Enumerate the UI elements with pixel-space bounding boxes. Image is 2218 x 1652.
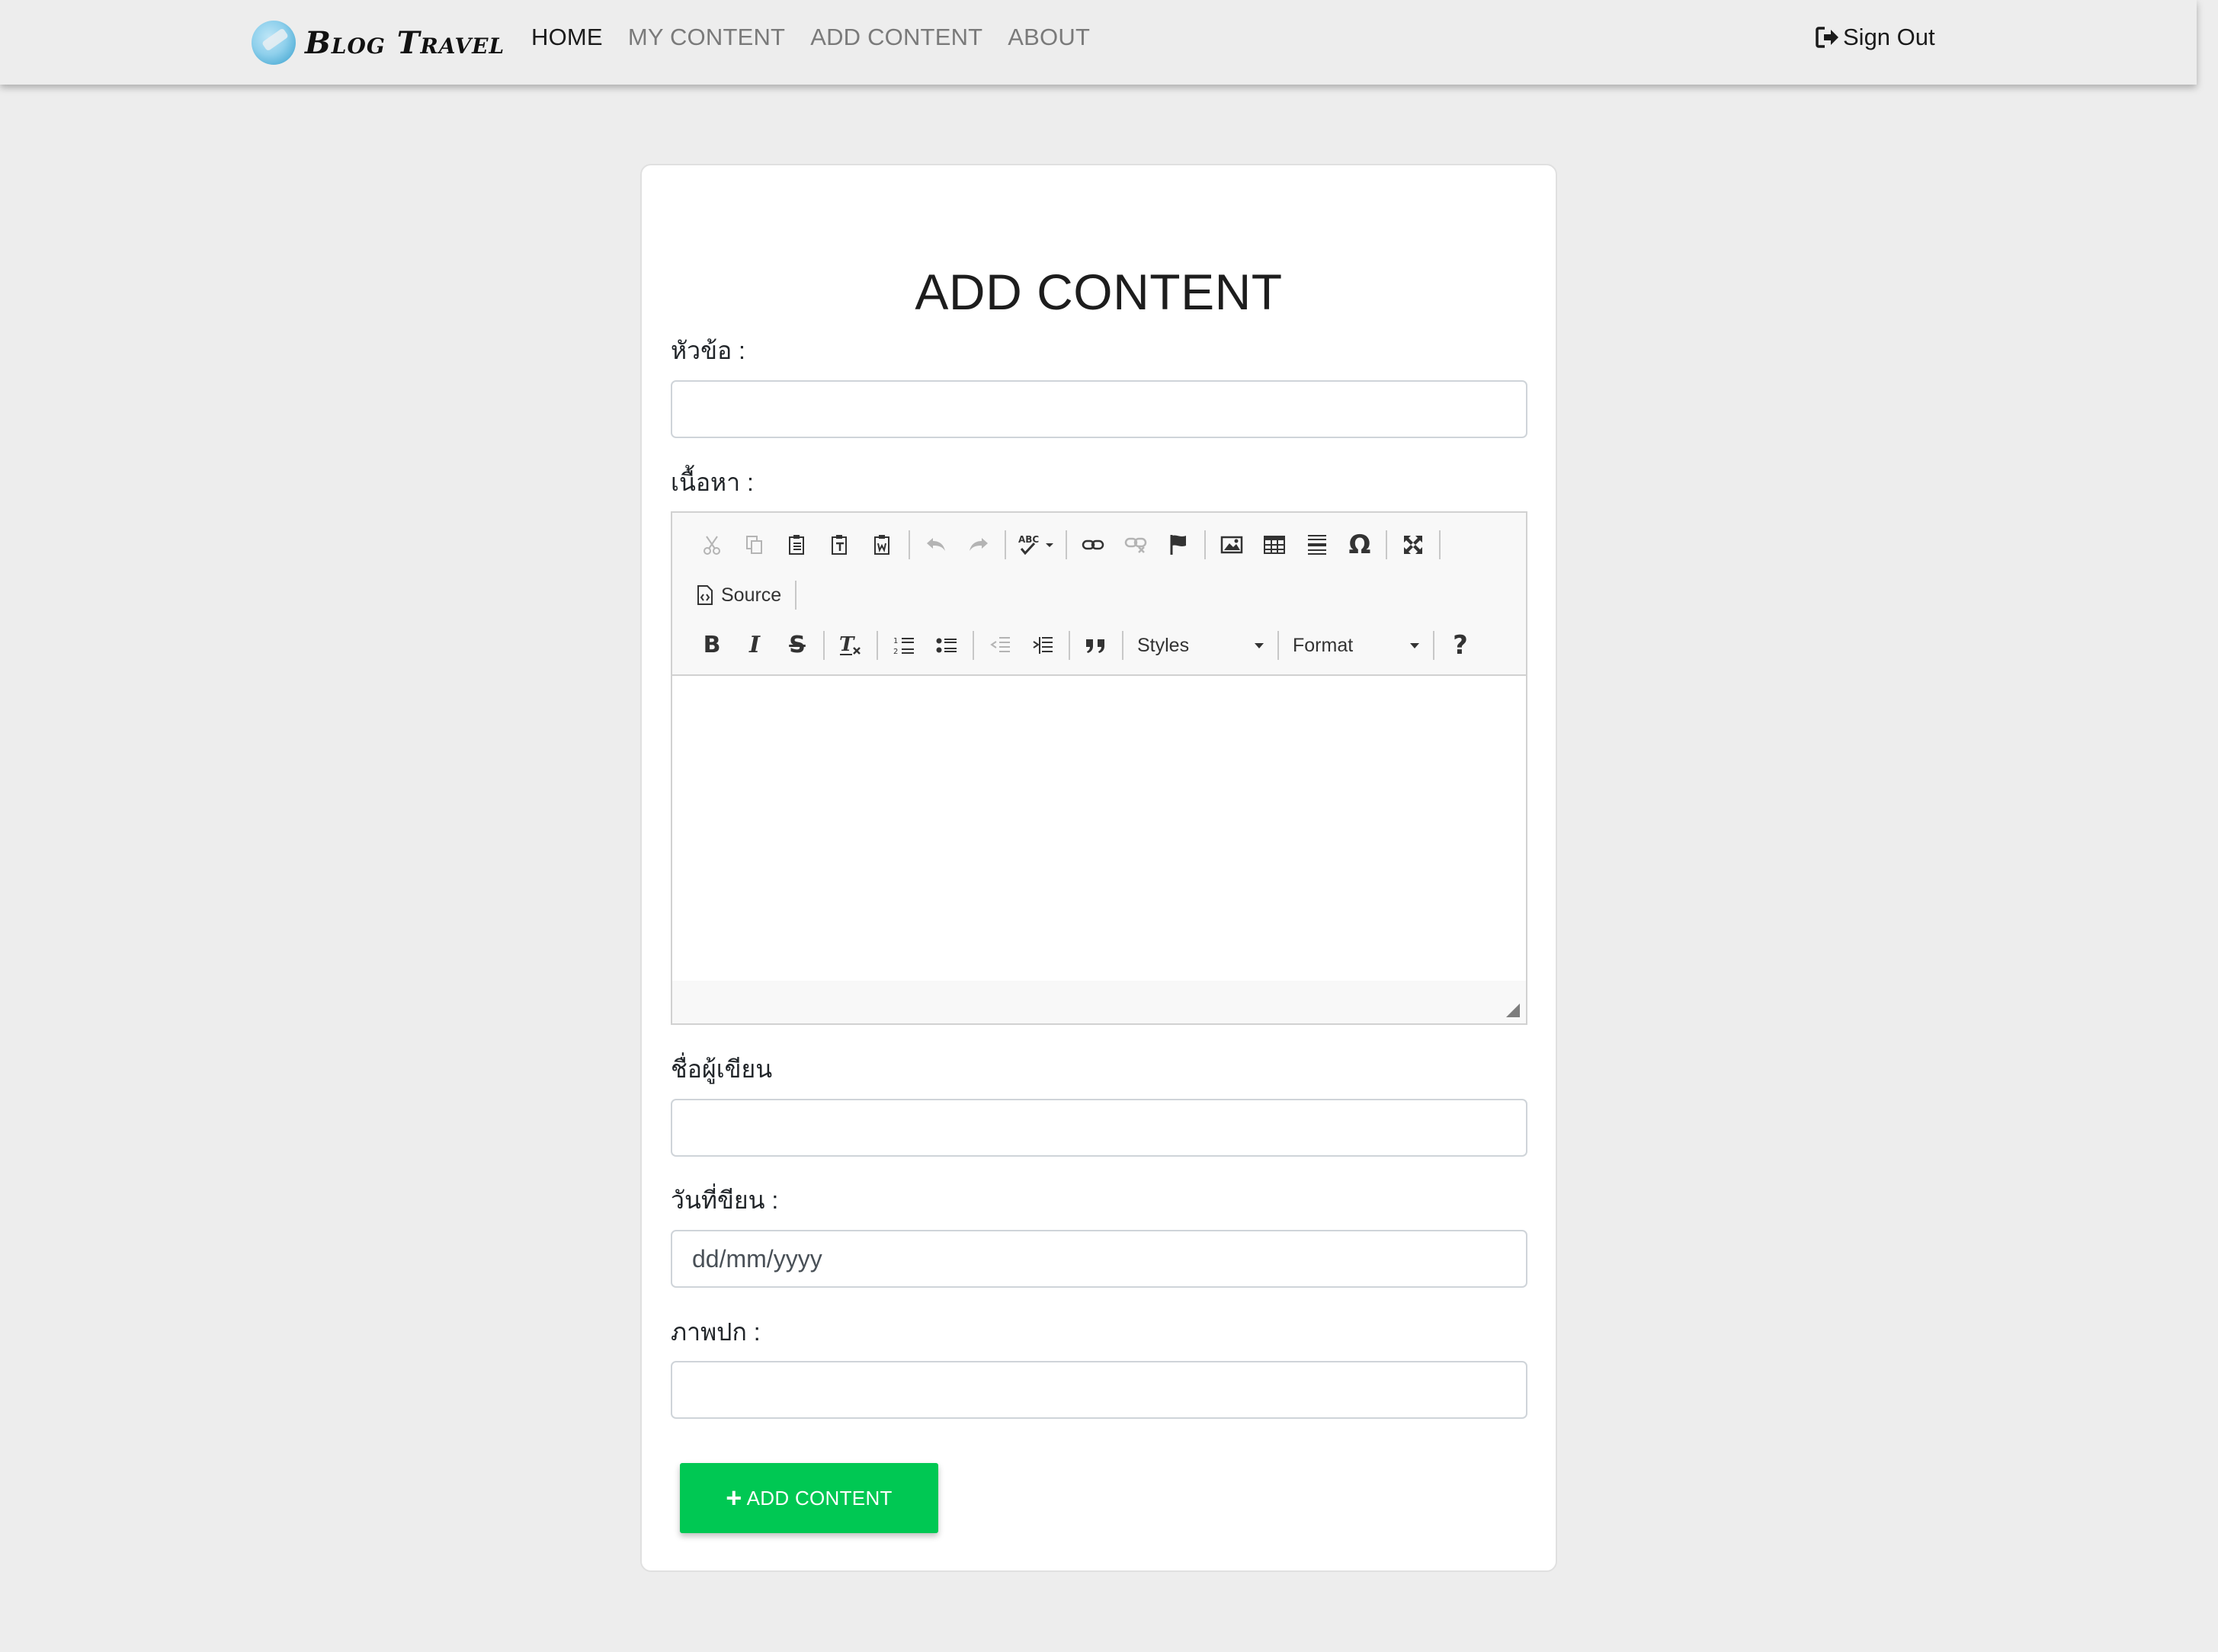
anchor-flag-icon[interactable] [1157,528,1200,562]
topic-label: หัวข้อ : [671,337,745,364]
toolbar-separator [877,631,878,660]
navbar: Blog Travel HOME MY CONTENT ADD CONTENT … [0,0,2197,85]
toolbar-separator [1277,631,1279,660]
toolbar-separator [1066,530,1067,559]
toolbar-separator [823,631,825,660]
toolbar-separator [1069,631,1070,660]
remove-format-icon[interactable]: T [829,629,872,662]
horizontal-rule-icon[interactable] [1296,528,1338,562]
toolbar-separator [1204,530,1206,559]
cut-icon[interactable] [691,528,733,562]
maximize-icon[interactable] [1392,528,1434,562]
special-char-omega-icon[interactable]: Ω [1338,528,1381,562]
source-document-icon [697,585,713,605]
redo-icon[interactable] [957,528,1000,562]
author-label: ชื่อผู้เขียน [671,1055,773,1083]
svg-text:ABC: ABC [1018,534,1039,545]
italic-icon[interactable]: I [733,629,776,662]
toolbar-separator [909,530,910,559]
cover-image-input[interactable] [671,1361,1527,1419]
chevron-down-icon [1410,642,1419,648]
toolbar-separator [795,581,797,610]
paste-word-icon[interactable] [861,528,904,562]
blockquote-icon[interactable] [1075,629,1117,662]
toolbar-separator [973,631,974,660]
paste-text-icon[interactable] [819,528,861,562]
add-content-submit-button[interactable]: + ADD CONTENT [680,1463,938,1533]
toolbar-separator [1122,631,1123,660]
help-icon[interactable]: ? [1439,629,1482,662]
content-label: เนื้อหา : [671,469,754,496]
strikethrough-icon[interactable]: S [776,629,819,662]
page-title: ADD CONTENT [915,264,1283,320]
brand-name: Blog Travel [305,24,505,61]
format-dropdown[interactable]: Format [1284,629,1428,662]
topic-input[interactable] [671,380,1527,438]
svg-text:T: T [839,634,855,656]
plus-icon: + [726,1482,742,1513]
date-input[interactable] [671,1230,1527,1288]
link-icon[interactable] [1072,528,1114,562]
nav-links: HOME MY CONTENT ADD CONTENT ABOUT [531,24,1090,51]
toolbar-row-2: Source [691,578,801,612]
chevron-down-icon [1255,642,1264,648]
sign-out-label: Sign Out [1843,24,1935,50]
sign-out-icon [1816,27,1838,48]
editor-footer [672,981,1526,1023]
styles-label: Styles [1137,634,1190,656]
toolbar-separator [1433,631,1434,660]
add-content-card: ADD CONTENT หัวข้อ : เนื้อหา : ABC Ω Sou… [640,164,1557,1572]
numbered-list-icon[interactable]: 12 [883,629,925,662]
source-label: Source [721,584,782,606]
image-icon[interactable] [1210,528,1253,562]
paste-icon[interactable] [776,528,819,562]
undo-icon[interactable] [915,528,957,562]
bold-icon[interactable]: B [691,629,733,662]
toolbar-row-3: B I S T 12 Styles Format ? [691,629,1482,662]
toolbar-row-1: ABC Ω [691,528,1445,562]
spellcheck-icon[interactable]: ABC [1011,528,1061,562]
toolbar-separator [1005,530,1006,559]
toolbar-separator [1386,530,1387,559]
svg-text:1: 1 [893,637,898,645]
table-icon[interactable] [1253,528,1296,562]
indent-icon[interactable] [1021,629,1064,662]
nav-about-link[interactable]: ABOUT [1008,24,1090,51]
unlink-icon[interactable] [1114,528,1157,562]
editor-content-area[interactable] [672,676,1526,982]
toolbar-separator [1439,530,1441,559]
svg-text:2: 2 [893,648,898,656]
format-label: Format [1293,634,1354,656]
globe-logo-icon [252,21,296,65]
date-label: วันที่ขียน : [671,1186,779,1214]
sign-out-button[interactable]: Sign Out [1816,24,1935,51]
author-input[interactable] [671,1099,1527,1157]
nav-add-content-link[interactable]: ADD CONTENT [810,24,982,51]
outdent-icon[interactable] [979,629,1021,662]
bullet-list-icon[interactable] [925,629,968,662]
styles-dropdown[interactable]: Styles [1128,629,1273,662]
brand[interactable]: Blog Travel [252,17,505,69]
nav-home-link[interactable]: HOME [531,24,603,51]
resize-grip-icon[interactable] [1506,1004,1520,1017]
editor-toolbar: ABC Ω Source B I S T 1 2 Styles Format ? [672,513,1526,676]
copy-icon[interactable] [733,528,776,562]
submit-label: ADD CONTENT [746,1486,893,1510]
content-editor: ABC Ω Source B I S T 1 2 Styles Format ? [671,511,1527,1025]
nav-my-content-link[interactable]: MY CONTENT [628,24,785,51]
source-button[interactable]: Source [691,578,790,612]
cover-image-label: ภาพปก : [671,1318,761,1346]
